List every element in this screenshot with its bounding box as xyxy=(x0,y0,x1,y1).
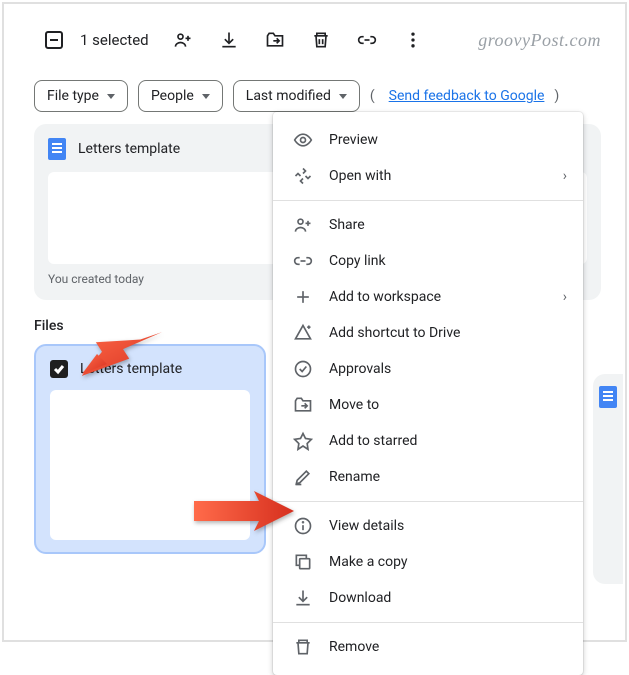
annotation-arrow xyxy=(194,486,294,536)
menu-separator xyxy=(273,622,583,623)
ctx-approvals[interactable]: Approvals xyxy=(273,351,583,387)
ctx-preview[interactable]: Preview xyxy=(273,122,583,158)
filter-lastmodified[interactable]: Last modified xyxy=(233,80,360,112)
trash-icon[interactable] xyxy=(301,20,341,60)
link-icon[interactable] xyxy=(347,20,387,60)
filter-people[interactable]: People xyxy=(138,80,223,112)
menu-separator xyxy=(273,200,583,201)
trash-icon xyxy=(291,637,315,657)
ctx-remove[interactable]: Remove xyxy=(273,629,583,665)
ctx-add-shortcut[interactable]: Add shortcut to Drive xyxy=(273,315,583,351)
star-icon xyxy=(291,431,315,451)
chevron-down-icon xyxy=(107,94,115,99)
selection-toggle-icon[interactable] xyxy=(34,20,74,60)
filter-filetype[interactable]: File type xyxy=(34,80,128,112)
ctx-download[interactable]: Download xyxy=(273,580,583,616)
chevron-right-icon: › xyxy=(563,289,567,305)
move-icon[interactable] xyxy=(255,20,295,60)
docs-icon xyxy=(48,138,66,160)
share-icon[interactable] xyxy=(163,20,203,60)
menu-separator xyxy=(273,501,583,502)
ctx-rename[interactable]: Rename xyxy=(273,459,583,495)
ctx-add-workspace[interactable]: Add to workspace › xyxy=(273,279,583,315)
chevron-down-icon xyxy=(202,94,210,99)
ctx-move-to[interactable]: Move to xyxy=(273,387,583,423)
download-icon xyxy=(291,588,315,608)
selection-toolbar: 1 selected groovyPost.com xyxy=(4,4,625,74)
ctx-view-details[interactable]: View details xyxy=(273,508,583,544)
feedback-link[interactable]: Send feedback to Google xyxy=(389,88,545,104)
eye-icon xyxy=(291,130,315,150)
annotation-arrow xyxy=(82,324,162,384)
approvals-icon xyxy=(291,359,315,379)
folder-move-icon xyxy=(291,395,315,415)
pencil-icon xyxy=(291,467,315,487)
file-card[interactable] xyxy=(593,374,623,584)
chevron-right-icon: › xyxy=(563,168,567,184)
file-title: Letters template xyxy=(78,141,180,157)
copy-icon xyxy=(291,552,315,572)
plus-icon xyxy=(291,287,315,307)
ctx-open-with[interactable]: Open with › xyxy=(273,158,583,194)
drive-shortcut-icon xyxy=(291,323,315,343)
watermark: groovyPost.com xyxy=(478,30,601,51)
selection-count: 1 selected xyxy=(80,31,149,49)
ctx-add-starred[interactable]: Add to starred xyxy=(273,423,583,459)
ctx-share[interactable]: Share xyxy=(273,207,583,243)
context-menu: Preview Open with › Share Copy link Add … xyxy=(273,112,583,675)
person-add-icon xyxy=(291,215,315,235)
docs-icon xyxy=(599,386,617,408)
checkbox-checked-icon[interactable] xyxy=(50,360,68,378)
ctx-make-copy[interactable]: Make a copy xyxy=(273,544,583,580)
open-with-icon xyxy=(291,166,315,186)
ctx-copy-link[interactable]: Copy link xyxy=(273,243,583,279)
download-icon[interactable] xyxy=(209,20,249,60)
more-icon[interactable] xyxy=(393,20,433,60)
info-icon xyxy=(291,516,315,536)
chevron-down-icon xyxy=(339,94,347,99)
link-icon xyxy=(291,251,315,271)
